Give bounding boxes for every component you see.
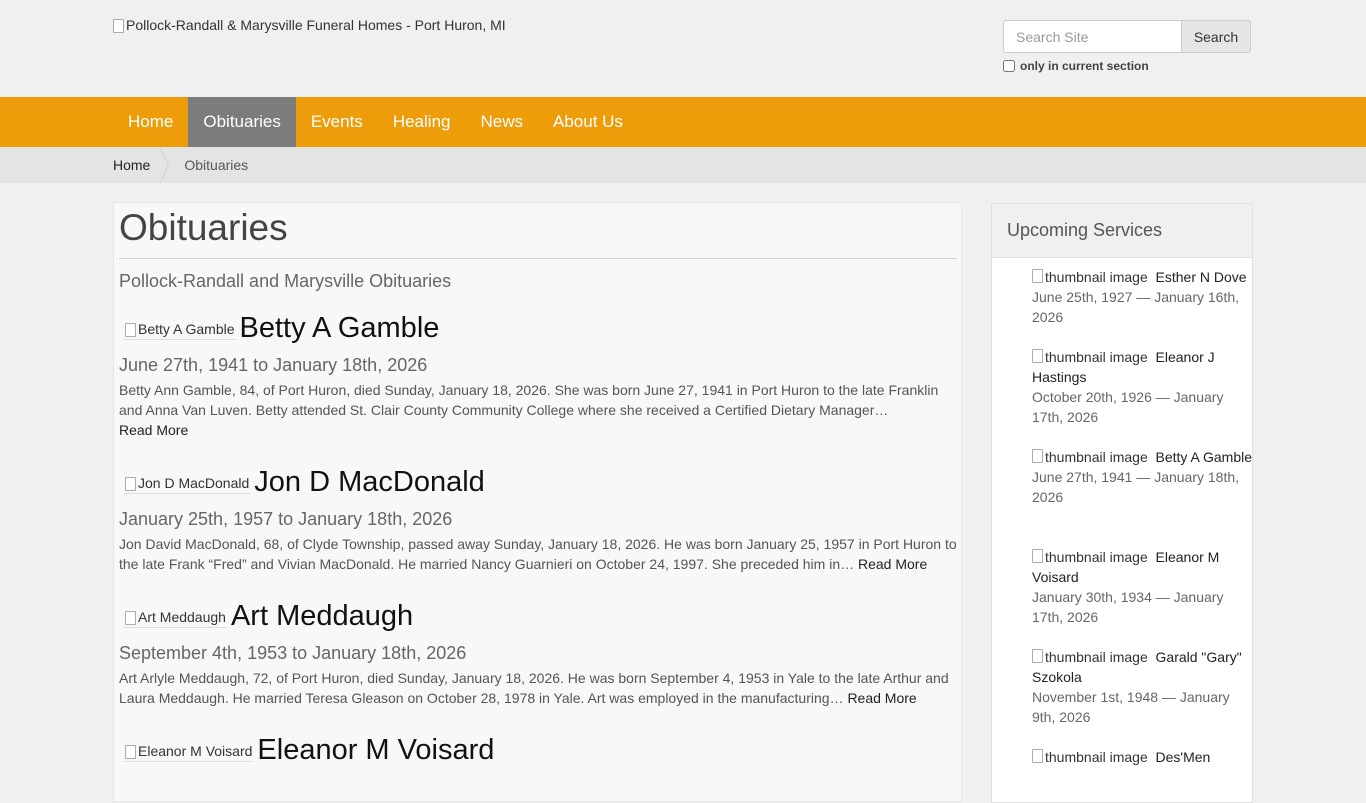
service-thumbnail-alt: thumbnail image [1045, 549, 1148, 565]
nav-item-obituaries[interactable]: Obituaries [188, 97, 296, 147]
broken-image-icon [1032, 649, 1043, 663]
search-button[interactable]: Search [1182, 20, 1251, 53]
read-more-link[interactable]: Read More [858, 556, 927, 572]
obituary-name[interactable]: Jon D MacDonald [254, 465, 485, 499]
service-item[interactable]: thumbnail image Esther N Dove June 25th,… [1032, 267, 1252, 327]
nav-item-news[interactable]: News [465, 97, 538, 147]
obituary-photo-alt: Jon D MacDonald [138, 475, 250, 491]
site-search: Search only in current section [1003, 20, 1251, 73]
upcoming-services-title: Upcoming Services [992, 204, 1252, 258]
broken-image-icon [1032, 349, 1043, 363]
breadcrumb-separator [158, 147, 178, 183]
obituary-excerpt-text: Jon David MacDonald, 68, of Clyde Townsh… [119, 536, 957, 572]
broken-image-icon [1032, 749, 1043, 763]
broken-image-icon [1032, 449, 1043, 463]
nav-item-events[interactable]: Events [296, 97, 378, 147]
title-divider [119, 258, 957, 259]
broken-image-icon [125, 477, 136, 491]
obituary-excerpt: Art Arlyle Meddaugh, 72, of Port Huron, … [119, 668, 957, 708]
service-dates: June 25th, 1927 — January 16th, 2026 [1032, 289, 1240, 325]
service-dates: January 30th, 1934 — January 17th, 2026 [1032, 589, 1224, 625]
breadcrumb-home[interactable]: Home [113, 157, 150, 173]
nav-item-home[interactable]: Home [113, 97, 188, 147]
read-more-link[interactable]: Read More [119, 422, 188, 438]
service-item[interactable]: thumbnail image Betty A Gamble June 27th… [1032, 447, 1252, 507]
search-input[interactable] [1003, 20, 1182, 53]
obituary-entry: Betty A Gamble Betty A Gamble June 27th,… [119, 311, 957, 440]
obituary-photo[interactable]: Betty A Gamble [124, 320, 236, 340]
obituary-entry: Jon D MacDonald Jon D MacDonald January … [119, 465, 957, 574]
service-thumbnail-alt: thumbnail image [1045, 449, 1148, 465]
obituary-photo-alt: Eleanor M Voisard [138, 743, 253, 759]
page-subtitle: Pollock-Randall and Marysville Obituarie… [119, 271, 452, 291]
section-only-option[interactable]: only in current section [1003, 59, 1251, 73]
obituary-excerpt-text: Art Arlyle Meddaugh, 72, of Port Huron, … [119, 670, 949, 706]
breadcrumb-current: Obituaries [184, 157, 249, 173]
service-item[interactable]: thumbnail image Eleanor M Voisard Januar… [1032, 547, 1252, 627]
obituary-photo[interactable]: Jon D MacDonald [124, 474, 251, 494]
obituary-dates: January 25th, 1957 to January 18th, 2026 [119, 509, 453, 529]
service-thumbnail-alt: thumbnail image [1045, 649, 1148, 665]
obituary-photo[interactable]: Eleanor M Voisard [124, 742, 254, 762]
broken-image-icon [1032, 269, 1043, 283]
nav-item-healing[interactable]: Healing [378, 97, 466, 147]
service-item[interactable]: thumbnail image Garald "Gary" Szokola No… [1032, 647, 1252, 727]
obituary-excerpt: Jon David MacDonald, 68, of Clyde Townsh… [119, 534, 957, 574]
logo-alt-text: Pollock-Randall & Marysville Funeral Hom… [126, 17, 506, 33]
main-navigation: Home Obituaries Events Healing News Abou… [0, 97, 1366, 147]
main-content: Obituaries Pollock-Randall and Marysvill… [113, 202, 962, 802]
service-thumbnail-alt: thumbnail image [1045, 749, 1148, 765]
service-item[interactable]: thumbnail image Eleanor J Hastings Octob… [1032, 347, 1252, 427]
obituary-name[interactable]: Art Meddaugh [231, 599, 413, 633]
service-dates: June 27th, 1941 — January 18th, 2026 [1032, 469, 1240, 505]
read-more-link[interactable]: Read More [847, 690, 916, 706]
service-item[interactable]: thumbnail image Des'Men [1032, 747, 1252, 767]
obituary-name[interactable]: Betty A Gamble [240, 311, 440, 345]
broken-image-icon [1032, 549, 1043, 563]
obituary-photo-alt: Art Meddaugh [138, 609, 226, 625]
obituary-excerpt: Betty Ann Gamble, 84, of Port Huron, die… [119, 380, 957, 440]
service-name[interactable]: Des'Men [1156, 749, 1211, 765]
obituary-entry: Eleanor M Voisard Eleanor M Voisard [119, 733, 957, 767]
site-logo[interactable]: Pollock-Randall & Marysville Funeral Hom… [113, 17, 506, 33]
broken-image-icon [125, 323, 136, 337]
service-thumbnail-alt: thumbnail image [1045, 269, 1148, 285]
service-thumbnail-alt: thumbnail image [1045, 349, 1148, 365]
broken-image-icon [125, 611, 136, 625]
obituary-dates: June 27th, 1941 to January 18th, 2026 [119, 355, 428, 375]
service-dates: October 20th, 1926 — January 17th, 2026 [1032, 389, 1224, 425]
section-only-label: only in current section [1020, 59, 1149, 73]
site-header: Pollock-Randall & Marysville Funeral Hom… [0, 0, 1366, 97]
obituary-dates: September 4th, 1953 to January 18th, 202… [119, 643, 467, 663]
upcoming-services-panel: Upcoming Services thumbnail image Esther… [991, 203, 1253, 803]
obituary-photo[interactable]: Art Meddaugh [124, 608, 227, 628]
obituary-photo-alt: Betty A Gamble [138, 321, 235, 337]
service-dates: November 1st, 1948 — January 9th, 2026 [1032, 689, 1230, 725]
obituary-entry: Art Meddaugh Art Meddaugh September 4th,… [119, 599, 957, 708]
service-name[interactable]: Betty A Gamble [1156, 449, 1253, 465]
broken-image-icon [125, 745, 136, 759]
section-only-checkbox[interactable] [1003, 60, 1015, 72]
obituary-excerpt-text: Betty Ann Gamble, 84, of Port Huron, die… [119, 382, 939, 418]
service-name[interactable]: Esther N Dove [1156, 269, 1247, 285]
obituary-name[interactable]: Eleanor M Voisard [257, 733, 494, 767]
page-title: Obituaries [119, 207, 288, 248]
nav-item-about-us[interactable]: About Us [538, 97, 638, 147]
broken-image-icon [113, 19, 124, 33]
breadcrumb: Home Obituaries [0, 147, 1366, 183]
